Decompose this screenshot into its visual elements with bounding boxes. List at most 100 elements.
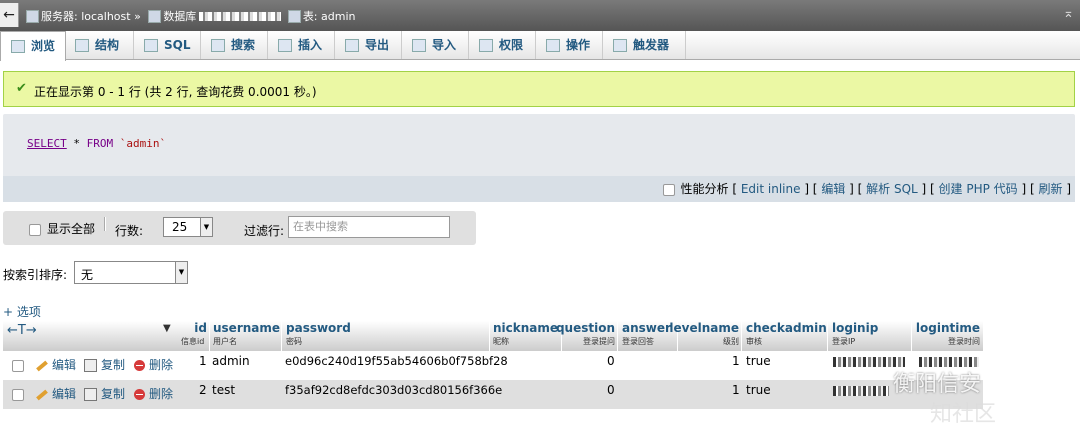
column-resize-arrows-icon[interactable]: ←T→ bbox=[7, 323, 37, 338]
column-name: checkadmin bbox=[746, 321, 827, 335]
column-header-username[interactable]: username 用户名 bbox=[209, 321, 280, 351]
edit-label: 编辑 bbox=[52, 387, 77, 401]
rows-select[interactable]: 25 ▼ bbox=[163, 217, 213, 237]
tab-label: 结构 bbox=[95, 38, 120, 52]
show-all-checkbox[interactable] bbox=[29, 223, 41, 236]
column-comment: 登录回答 bbox=[622, 337, 654, 346]
column-header-question[interactable]: question 登录提问 bbox=[556, 321, 616, 351]
tab-label: 浏览 bbox=[31, 39, 56, 53]
success-message: ✔ 正在显示第 0 - 1 行 (共 2 行, 查询花费 0.0001 秒。) bbox=[3, 71, 1075, 107]
sql-keyword-from: FROM bbox=[86, 137, 114, 150]
column-header-checkadmin[interactable]: checkadmin 审核 bbox=[741, 321, 827, 351]
breadcrumb-database[interactable]: 数据库 bbox=[163, 8, 196, 24]
cell-username[interactable]: admin bbox=[212, 354, 250, 368]
tab-structure[interactable]: 结构 bbox=[65, 31, 134, 59]
column-comment: 登录提问 bbox=[583, 337, 615, 346]
options-link[interactable]: + 选项 bbox=[3, 303, 41, 320]
row-checkbox[interactable] bbox=[12, 360, 24, 372]
filter-input[interactable]: 在表中搜索 bbox=[288, 216, 450, 238]
column-header-loginip[interactable]: loginip 登录IP bbox=[827, 321, 910, 351]
collapse-icon[interactable]: ⌅ bbox=[1063, 6, 1074, 21]
refresh-link[interactable]: 刷新 bbox=[1038, 182, 1062, 196]
sort-by-index-label: 按索引排序: bbox=[3, 268, 68, 282]
sql-keyword-select[interactable]: SELECT bbox=[27, 137, 67, 150]
browse-icon bbox=[11, 40, 25, 53]
sort-dropdown-icon[interactable]: ▼ bbox=[163, 323, 171, 334]
column-header-logintime[interactable]: logintime 登录时间 bbox=[911, 321, 982, 351]
cell-checkadmin[interactable]: true bbox=[746, 354, 771, 368]
column-name: logintime bbox=[915, 321, 980, 335]
sql-actions: 性能分析 [ Edit inline ] [ 编辑 ] [ 解析 SQL ] [… bbox=[3, 176, 1075, 202]
pencil-icon bbox=[36, 389, 48, 400]
tab-browse[interactable]: 浏览 bbox=[0, 31, 66, 61]
cell-username[interactable]: test bbox=[212, 383, 235, 397]
row-checkbox[interactable] bbox=[12, 389, 24, 401]
cell-id[interactable]: 2 bbox=[199, 383, 207, 397]
tab-label: 操作 bbox=[566, 38, 591, 52]
column-name: loginip bbox=[832, 321, 879, 335]
column-comment: 级别 bbox=[723, 337, 739, 346]
tab-import[interactable]: 导入 bbox=[402, 31, 469, 59]
sort-index-value: 无 bbox=[81, 268, 94, 282]
divider bbox=[104, 217, 106, 231]
cell-levelname[interactable]: 1 bbox=[732, 383, 740, 397]
tab-triggers[interactable]: 触发器 bbox=[603, 31, 686, 59]
delete-row-button[interactable]: 删除 bbox=[134, 385, 173, 402]
column-name: username bbox=[213, 321, 281, 335]
column-name: levelname bbox=[669, 321, 739, 335]
delete-row-button[interactable]: 删除 bbox=[134, 356, 173, 373]
column-header-levelname[interactable]: levelname 级别 bbox=[669, 321, 740, 351]
database-icon bbox=[148, 9, 162, 23]
column-header-password[interactable]: password 密码 bbox=[281, 321, 488, 351]
delete-icon bbox=[134, 389, 145, 400]
delete-label: 删除 bbox=[149, 387, 174, 401]
cell-question[interactable]: 0 bbox=[607, 354, 615, 368]
edit-inline-link[interactable]: Edit inline bbox=[741, 182, 801, 196]
edit-link[interactable]: 编辑 bbox=[821, 182, 845, 196]
tab-search[interactable]: 搜索 bbox=[201, 31, 268, 59]
cell-id[interactable]: 1 bbox=[199, 354, 207, 368]
chevron-down-icon: ▼ bbox=[175, 262, 187, 283]
column-comment: 审核 bbox=[746, 337, 762, 346]
copy-row-button[interactable]: 复制 bbox=[84, 385, 125, 402]
tab-operations[interactable]: 操作 bbox=[536, 31, 603, 59]
copy-row-button[interactable]: 复制 bbox=[84, 356, 125, 373]
column-header-id[interactable]: id 信息id bbox=[179, 321, 209, 351]
tab-export[interactable]: 导出 bbox=[335, 31, 402, 59]
cell-checkadmin[interactable]: true bbox=[746, 383, 771, 397]
column-name: answer bbox=[622, 321, 671, 335]
edit-row-button[interactable]: 编辑 bbox=[36, 356, 76, 373]
privileges-icon bbox=[479, 39, 493, 52]
sql-star: * bbox=[66, 137, 87, 150]
show-all-toggle[interactable]: 显示全部 bbox=[29, 220, 95, 237]
tab-label: SQL bbox=[164, 38, 191, 52]
column-comment: 登录IP bbox=[832, 337, 856, 346]
cell-password[interactable]: f35af92cd8efdc303d03cd80156f366e bbox=[285, 383, 502, 397]
tab-privileges[interactable]: 权限 bbox=[469, 31, 536, 59]
tab-sql[interactable]: SQL bbox=[134, 31, 201, 59]
column-name: password bbox=[286, 321, 351, 335]
sql-query: SELECT * FROM `admin` bbox=[27, 137, 166, 150]
table-icon bbox=[287, 9, 301, 23]
sort-index-select[interactable]: 无 ▼ bbox=[74, 261, 188, 284]
create-php-link[interactable]: 创建 PHP 代码 bbox=[939, 182, 1018, 196]
show-all-label: 显示全部 bbox=[47, 222, 96, 236]
column-header-nickname[interactable]: nickname 昵称 bbox=[489, 321, 560, 351]
breadcrumb-server[interactable]: 服务器: localhost » bbox=[41, 8, 141, 24]
operations-icon bbox=[546, 39, 560, 52]
back-button[interactable]: ← bbox=[0, 3, 19, 27]
cell-levelname[interactable]: 1 bbox=[732, 354, 740, 368]
column-header-answer[interactable]: answer 登录回答 bbox=[617, 321, 676, 351]
edit-row-button[interactable]: 编辑 bbox=[36, 385, 76, 402]
column-comment: 登录时间 bbox=[948, 337, 980, 346]
delete-label: 删除 bbox=[149, 358, 174, 372]
explain-sql-link[interactable]: 解析 SQL bbox=[866, 182, 918, 196]
profiling-checkbox[interactable] bbox=[662, 183, 675, 196]
table-row: 编辑 复制 删除 1 admin e0d96c240d19f55ab54606b… bbox=[3, 351, 983, 380]
search-icon bbox=[211, 39, 225, 52]
tab-insert[interactable]: 插入 bbox=[268, 31, 335, 59]
cell-question[interactable]: 0 bbox=[607, 383, 615, 397]
breadcrumb-table[interactable]: 表: admin bbox=[303, 8, 356, 24]
triggers-icon bbox=[613, 39, 627, 52]
cell-password[interactable]: e0d96c240d19f55ab54606b0f758bf28 bbox=[285, 354, 508, 368]
